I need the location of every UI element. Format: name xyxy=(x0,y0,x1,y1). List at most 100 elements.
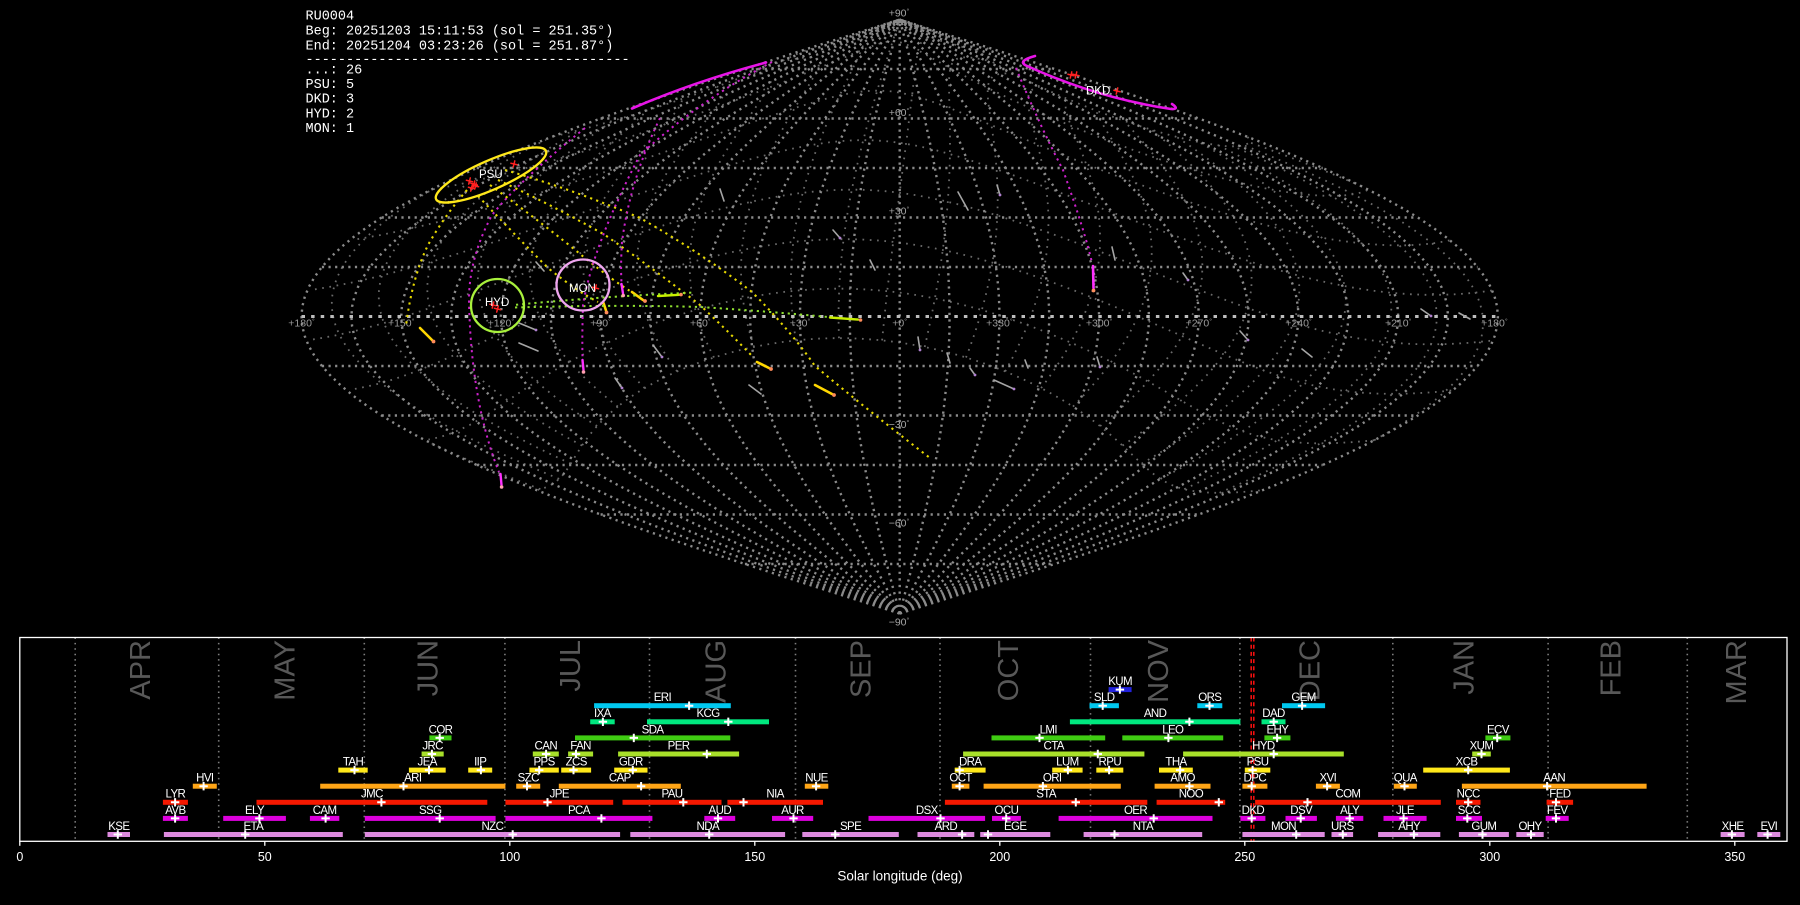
svg-text:+300°: +300° xyxy=(1086,318,1113,330)
svg-text:OCT: OCT xyxy=(993,640,1025,702)
svg-text:LYR: LYR xyxy=(166,789,186,801)
svg-text:HYD: HYD xyxy=(1252,740,1275,752)
svg-text:NZC: NZC xyxy=(481,821,503,833)
svg-text:DAD: DAD xyxy=(1262,708,1285,720)
svg-text:AAN: AAN xyxy=(1543,773,1565,785)
svg-text:ARI: ARI xyxy=(404,773,422,785)
svg-text:NDA: NDA xyxy=(697,821,720,833)
svg-text:EVI: EVI xyxy=(1761,821,1778,833)
svg-text:FEV: FEV xyxy=(1547,805,1568,817)
svg-text:300: 300 xyxy=(1479,850,1500,864)
svg-text:ECV: ECV xyxy=(1487,724,1510,736)
svg-text:NOV: NOV xyxy=(1143,639,1175,703)
svg-text:200: 200 xyxy=(989,850,1010,864)
svg-text:JMC: JMC xyxy=(361,789,383,801)
svg-text:AUG: AUG xyxy=(701,640,733,703)
svg-text:ELY: ELY xyxy=(245,805,265,817)
svg-text:DKD: DKD xyxy=(1086,86,1110,98)
svg-text:ORI: ORI xyxy=(1043,773,1062,785)
svg-text:DRA: DRA xyxy=(959,757,982,769)
svg-text:PCA: PCA xyxy=(568,805,591,817)
svg-text:MON: MON xyxy=(569,283,596,295)
svg-text:FAN: FAN xyxy=(570,740,591,752)
svg-text:NCC: NCC xyxy=(1457,789,1480,801)
svg-text:AND: AND xyxy=(1144,708,1167,720)
svg-text:COR: COR xyxy=(429,724,453,736)
svg-text:ZCS: ZCS xyxy=(566,757,588,769)
svg-text:TAH: TAH xyxy=(343,757,364,769)
svg-text:ARD: ARD xyxy=(935,821,958,833)
svg-text:JUL: JUL xyxy=(555,640,587,692)
svg-text:EGE: EGE xyxy=(1004,821,1027,833)
svg-text:CAN: CAN xyxy=(535,740,558,752)
svg-text:COM: COM xyxy=(1335,789,1360,801)
svg-text:KCG: KCG xyxy=(696,708,720,720)
svg-text:JEA: JEA xyxy=(418,757,438,769)
svg-text:+240°: +240° xyxy=(1285,318,1312,330)
svg-text:HVI: HVI xyxy=(196,773,214,785)
svg-text:JRC: JRC xyxy=(422,740,443,752)
svg-text:XVI: XVI xyxy=(1320,773,1337,785)
svg-text:GEM: GEM xyxy=(1291,692,1315,704)
svg-text:XCB: XCB xyxy=(1456,757,1479,769)
svg-text:SEP: SEP xyxy=(846,640,878,698)
svg-text:AVB: AVB xyxy=(165,805,186,817)
svg-text:ERI: ERI xyxy=(654,692,672,704)
svg-text:+150°: +150° xyxy=(388,318,415,330)
svg-text:AHY: AHY xyxy=(1398,821,1421,833)
svg-text:NUE: NUE xyxy=(805,773,828,785)
svg-text:ETA: ETA xyxy=(243,821,264,833)
svg-text:0: 0 xyxy=(16,850,23,864)
svg-text:DKD: 3: DKD: 3 xyxy=(306,93,355,108)
svg-text:MON: MON xyxy=(1271,821,1296,833)
svg-text:APR: APR xyxy=(125,640,157,700)
svg-text:LEO: LEO xyxy=(1162,724,1184,736)
svg-text:OCU: OCU xyxy=(995,805,1019,817)
svg-text:MAY: MAY xyxy=(270,640,302,701)
svg-text:GDR: GDR xyxy=(619,757,643,769)
svg-text:THA: THA xyxy=(1165,757,1187,769)
svg-text:150: 150 xyxy=(744,850,765,864)
svg-text:SDA: SDA xyxy=(642,724,665,736)
svg-text:QUA: QUA xyxy=(1394,773,1418,785)
svg-text:URS: URS xyxy=(1331,821,1354,833)
svg-text:STA: STA xyxy=(1036,789,1057,801)
svg-text:SZC: SZC xyxy=(518,773,539,785)
svg-text:OCT: OCT xyxy=(949,773,972,785)
svg-text:IIP: IIP xyxy=(474,757,487,769)
svg-text:Beg: 20251203 15:11:53 (sol =: Beg: 20251203 15:11:53 (sol = 251.35°) xyxy=(306,24,614,39)
svg-text:+210°: +210° xyxy=(1385,318,1412,330)
svg-text:FEB: FEB xyxy=(1596,640,1628,696)
svg-text:−60°: −60° xyxy=(889,518,910,530)
svg-text:PSU: PSU xyxy=(479,169,503,181)
svg-text:PPS: PPS xyxy=(533,757,555,769)
svg-text:HYD: 2: HYD: 2 xyxy=(306,107,355,122)
svg-text:HYD: HYD xyxy=(485,297,509,309)
svg-text:EHY: EHY xyxy=(1266,724,1289,736)
svg-text:+30°: +30° xyxy=(790,318,811,330)
svg-text:350: 350 xyxy=(1724,850,1745,864)
svg-text:PSU: 5: PSU: 5 xyxy=(306,78,355,93)
svg-text:JAN: JAN xyxy=(1448,640,1480,695)
svg-text:JPE: JPE xyxy=(550,789,570,801)
svg-text:OHY: OHY xyxy=(1518,821,1542,833)
svg-text:+90°: +90° xyxy=(590,318,611,330)
svg-text:KUM: KUM xyxy=(1108,676,1132,688)
svg-text:SPE: SPE xyxy=(840,821,862,833)
svg-text:JLE: JLE xyxy=(1396,805,1415,817)
svg-text:GUM: GUM xyxy=(1471,821,1496,833)
svg-text:LUM: LUM xyxy=(1056,757,1079,769)
svg-text:+30°: +30° xyxy=(889,206,910,218)
svg-text:SLD: SLD xyxy=(1094,692,1115,704)
svg-text:CAM: CAM xyxy=(313,805,337,817)
svg-text:AMO: AMO xyxy=(1170,773,1195,785)
svg-text:PER: PER xyxy=(668,740,690,752)
svg-text:+180°: +180° xyxy=(288,318,315,330)
svg-text:KSE: KSE xyxy=(108,821,130,833)
svg-text:NTA: NTA xyxy=(1133,821,1154,833)
svg-text:...: 26: ...: 26 xyxy=(306,63,363,78)
svg-text:SSG: SSG xyxy=(419,805,442,817)
svg-text:+60°: +60° xyxy=(889,107,910,119)
svg-text:+330°: +330° xyxy=(986,318,1013,330)
svg-text:MON: 1: MON: 1 xyxy=(306,122,355,137)
